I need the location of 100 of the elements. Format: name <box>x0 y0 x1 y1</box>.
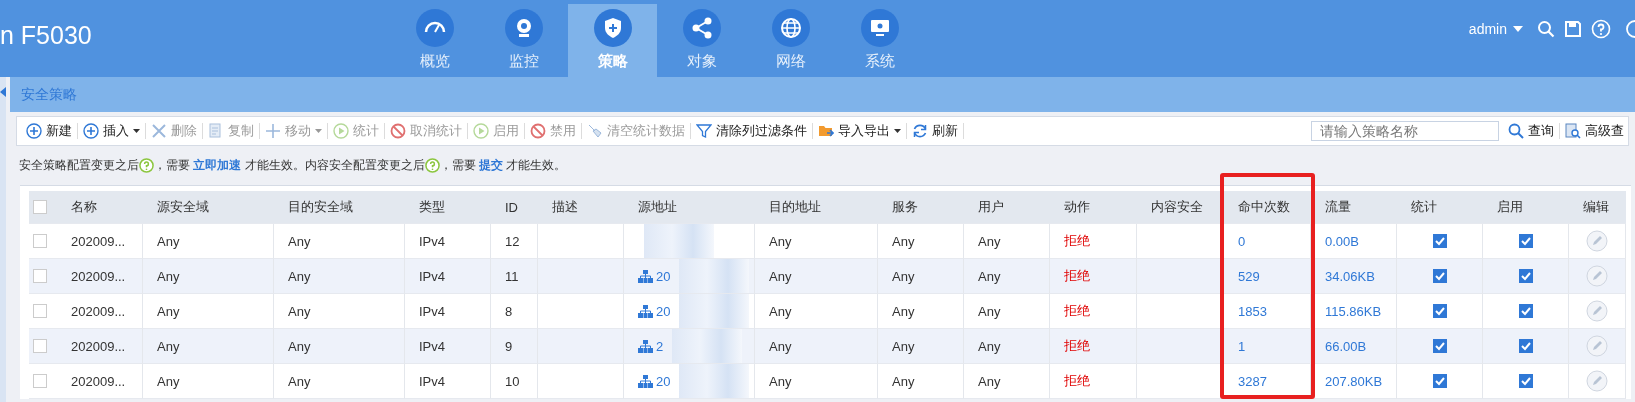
move-icon <box>265 123 281 139</box>
stats-checkbox[interactable] <box>1432 339 1447 353</box>
address-cell[interactable]: 20 <box>656 373 671 389</box>
action-cell: 拒绝 <box>1050 364 1137 399</box>
hit-count-cell[interactable]: 3287 <box>1224 364 1311 399</box>
id-cell: 9 <box>491 329 538 364</box>
row-checkbox[interactable] <box>33 234 47 248</box>
action-cell: 拒绝 <box>1050 329 1137 364</box>
name-cell: 202009... <box>57 329 143 364</box>
column-header[interactable]: ID <box>491 191 538 224</box>
redaction-blur <box>679 259 750 293</box>
type-cell: IPv4 <box>405 364 491 399</box>
play-icon <box>473 123 489 139</box>
zone-cell: Any <box>274 364 405 399</box>
address-cell[interactable]: 20 <box>656 268 671 284</box>
name-cell: 202009... <box>57 364 143 399</box>
column-header[interactable]: 服务 <box>878 191 964 224</box>
column-header[interactable]: 命中次数 <box>1224 191 1311 224</box>
zone-cell: Any <box>274 329 405 364</box>
add-icon <box>83 123 99 139</box>
user-cell: Any <box>964 329 1050 364</box>
nav-tab[interactable]: 网络 <box>746 4 835 77</box>
network-icon <box>638 269 653 283</box>
toolbar-button[interactable]: 刷新 <box>907 122 963 140</box>
enable-checkbox[interactable] <box>1518 234 1533 248</box>
caret-icon <box>894 129 901 133</box>
caret-icon <box>1513 25 1523 32</box>
column-header[interactable]: 描述 <box>538 191 624 224</box>
row-checkbox[interactable] <box>33 374 47 388</box>
column-header[interactable]: 启用 <box>1483 191 1569 224</box>
column-header[interactable]: 目的地址 <box>755 191 878 224</box>
stats-checkbox[interactable] <box>1432 269 1447 283</box>
column-header[interactable]: 目的安全域 <box>274 191 405 224</box>
advanced-query-button[interactable]: 高级查 <box>1560 122 1624 140</box>
delete-icon <box>151 123 167 139</box>
notice-link[interactable]: 提交 <box>479 157 504 174</box>
stats-checkbox[interactable] <box>1432 304 1447 318</box>
service-cell: Any <box>878 329 964 364</box>
toolbar-button[interactable]: 导入导出 <box>813 122 906 140</box>
user-menu[interactable]: admin <box>1464 20 1527 37</box>
toolbar-button[interactable]: 清除列过滤条件 <box>691 122 812 140</box>
address-cell: Any <box>755 259 878 294</box>
name-cell: 202009... <box>57 259 143 294</box>
address-cell: Any <box>755 329 878 364</box>
save-icon[interactable] <box>1565 20 1581 37</box>
row-checkbox[interactable] <box>33 339 47 353</box>
column-header[interactable]: 用户 <box>964 191 1050 224</box>
edit-icon[interactable] <box>1586 230 1608 252</box>
query-button[interactable]: 查询 <box>1503 122 1559 140</box>
redaction-blur <box>644 224 714 258</box>
edit-icon[interactable] <box>1586 370 1608 392</box>
add-icon <box>26 123 42 139</box>
ban-icon <box>390 123 406 139</box>
column-header[interactable]: 类型 <box>405 191 491 224</box>
toolbar-button[interactable]: 新建 <box>21 122 77 140</box>
column-header[interactable]: 源安全域 <box>143 191 274 224</box>
search-field[interactable]: 请输入策略名称 <box>1311 121 1499 141</box>
column-header[interactable]: 统计 <box>1397 191 1483 224</box>
address-cell: Any <box>755 364 878 399</box>
select-all-checkbox[interactable] <box>33 200 47 214</box>
service-cell: Any <box>878 364 964 399</box>
network-icon <box>638 374 653 388</box>
user-cell: Any <box>964 364 1050 399</box>
user-cell: Any <box>964 259 1050 294</box>
toolbar-button[interactable]: 插入 <box>78 122 145 140</box>
network-icon <box>638 304 653 318</box>
column-header[interactable]: 编辑 <box>1569 191 1626 224</box>
edit-icon[interactable] <box>1586 300 1608 322</box>
zone-cell: Any <box>143 364 274 399</box>
address-cell[interactable]: 2 <box>656 338 664 354</box>
help-icon[interactable] <box>139 158 154 173</box>
enable-checkbox[interactable] <box>1518 304 1533 318</box>
redaction-blur <box>672 329 743 363</box>
notice-link[interactable]: 立即加速 <box>193 157 242 174</box>
nav-tab[interactable]: 概览 <box>390 4 479 77</box>
column-header[interactable]: 源地址 <box>624 191 755 224</box>
enable-checkbox[interactable] <box>1518 374 1533 388</box>
enable-checkbox[interactable] <box>1518 339 1533 353</box>
stats-checkbox[interactable] <box>1432 374 1447 388</box>
zone-cell: Any <box>274 259 405 294</box>
type-cell: IPv4 <box>405 329 491 364</box>
enable-checkbox[interactable] <box>1518 269 1533 283</box>
column-header[interactable]: 动作 <box>1050 191 1137 224</box>
network-icon <box>638 339 653 353</box>
service-cell: Any <box>878 259 964 294</box>
hit-count-cell[interactable]: 529 <box>1224 259 1311 294</box>
play-icon <box>333 123 349 139</box>
column-header[interactable]: 名称 <box>57 191 143 224</box>
row-checkbox[interactable] <box>33 269 47 283</box>
nav-tab[interactable]: 系统 <box>835 4 924 77</box>
hit-count-cell[interactable]: 1 <box>1224 329 1311 364</box>
collapse-arrow-icon[interactable] <box>0 87 6 97</box>
help-icon[interactable] <box>424 158 440 173</box>
row-checkbox[interactable] <box>33 304 47 318</box>
search-icon[interactable] <box>1537 19 1555 38</box>
nav-tab[interactable]: 对象 <box>657 4 746 77</box>
address-cell[interactable]: 20 <box>656 303 671 319</box>
stats-checkbox[interactable] <box>1432 234 1447 248</box>
nav-tab[interactable]: 监控 <box>479 4 568 77</box>
traffic-cell[interactable]: 207.80KB <box>1311 364 1397 399</box>
